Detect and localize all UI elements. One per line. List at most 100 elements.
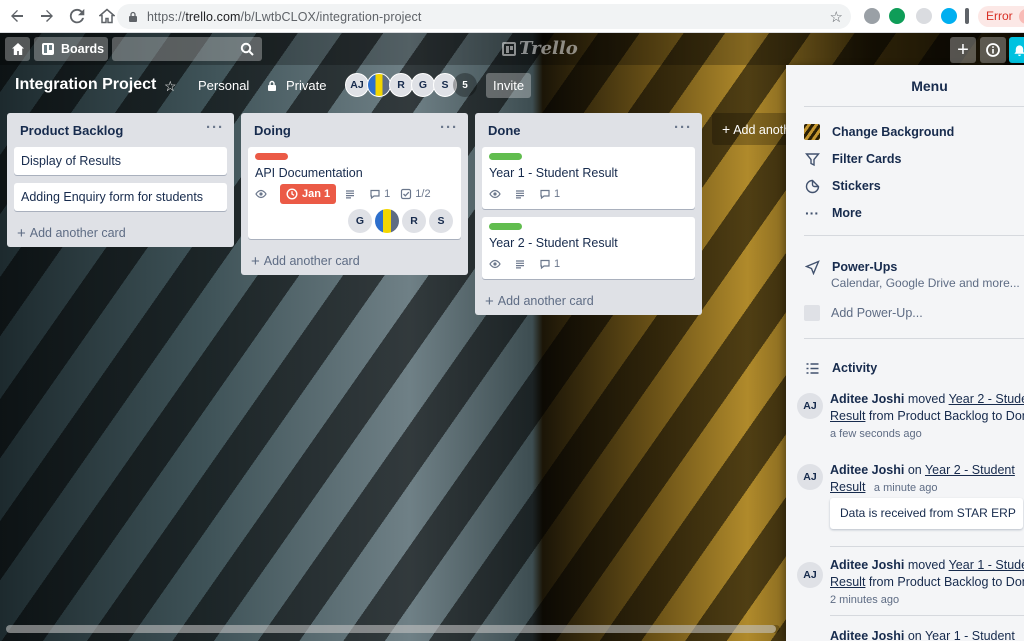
plus-icon: +: [251, 252, 260, 270]
notifications-bell-icon[interactable]: [1009, 37, 1024, 63]
card-item[interactable]: Year 2 - Student Result 1: [482, 217, 695, 279]
activity-card-link[interactable]: Year 1 - Student: [949, 558, 1024, 572]
power-ups-item[interactable]: Power-Ups: [804, 259, 897, 275]
board-menu-panel: Menu Change Background Filter Cards Stic…: [786, 65, 1024, 641]
horizontal-scrollbar[interactable]: [6, 625, 780, 633]
create-plus-icon[interactable]: +: [950, 37, 976, 63]
avatar[interactable]: G: [348, 209, 372, 233]
bookmark-star-icon[interactable]: ☆: [830, 8, 843, 26]
comment-count: 1: [554, 258, 561, 270]
add-list-button[interactable]: +Add another list: [712, 113, 792, 145]
sticker-icon: [804, 178, 820, 194]
add-list-label: Add another list: [733, 123, 792, 137]
card-item[interactable]: API Documentation Jan 1 1 1/2 G R S: [248, 147, 461, 239]
card-item[interactable]: Adding Enquiry form for students: [14, 183, 227, 211]
activity-card-link[interactable]: Year 2 - Student: [925, 463, 1015, 477]
activity-card-link[interactable]: Result: [830, 575, 865, 589]
more-item[interactable]: ··· More: [804, 205, 862, 221]
avatar[interactable]: R: [402, 209, 426, 233]
list-title[interactable]: Product Backlog: [20, 123, 123, 138]
home-button[interactable]: [5, 37, 30, 61]
list-title[interactable]: Doing: [254, 123, 291, 138]
comments-badge: 1: [369, 188, 390, 200]
activity-time[interactable]: a minute ago: [874, 482, 938, 494]
activity-time[interactable]: a few seconds ago: [830, 428, 922, 440]
activity-user[interactable]: Aditee Joshi: [830, 629, 904, 641]
trello-logo-text: Trello: [519, 38, 578, 59]
avatar[interactable]: R: [389, 73, 413, 97]
avatar[interactable]: AJ: [797, 464, 823, 490]
zoom-extension-icon[interactable]: [916, 8, 932, 24]
due-date-badge[interactable]: Jan 1: [280, 184, 337, 204]
avatar[interactable]: AJ: [797, 562, 823, 588]
visibility-button[interactable]: Private: [266, 78, 326, 93]
list-header[interactable]: Product Backlog ···: [7, 113, 234, 147]
checklist-badge: 1/2: [400, 188, 431, 200]
url-text: https://trello.com/b/LwtbCLOX/integratio…: [147, 9, 422, 24]
star-board-button[interactable]: ☆: [164, 78, 177, 95]
description-icon: [344, 188, 359, 200]
forward-icon[interactable]: [34, 3, 60, 29]
address-bar[interactable]: https://trello.com/b/LwtbCLOX/integratio…: [117, 4, 851, 29]
invite-button[interactable]: Invite: [486, 73, 532, 98]
filter-cards-item[interactable]: Filter Cards: [804, 151, 901, 167]
profile-error-badge[interactable]: Error: [978, 6, 1024, 27]
menu-dots-icon[interactable]: [965, 8, 969, 24]
activity-title: Activity: [832, 361, 878, 375]
add-card-button[interactable]: + Add another card: [241, 247, 468, 275]
scrollbar-thumb[interactable]: [6, 625, 776, 633]
menu-title: Menu: [911, 78, 948, 94]
activity-user[interactable]: Aditee Joshi: [830, 558, 904, 572]
member-count-badge[interactable]: 5: [453, 73, 477, 97]
menu-item-label: More: [832, 206, 862, 220]
avatar[interactable]: AJ: [345, 73, 369, 97]
more-dots-icon[interactable]: ···: [440, 119, 458, 136]
avatar[interactable]: S: [429, 209, 453, 233]
avatar[interactable]: AJ: [797, 393, 823, 419]
activity-time[interactable]: 2 minutes ago: [830, 594, 899, 606]
extension-icon[interactable]: [864, 8, 880, 24]
activity-card-link[interactable]: Result: [830, 409, 865, 423]
change-background-item[interactable]: Change Background: [804, 124, 954, 140]
team-button[interactable]: Personal: [198, 78, 249, 93]
add-card-button[interactable]: + Add another card: [7, 219, 234, 247]
activity-user[interactable]: Aditee Joshi: [830, 463, 904, 477]
more-dots-icon[interactable]: ···: [674, 119, 692, 136]
avatar-image[interactable]: [375, 209, 399, 233]
list-product-backlog: Product Backlog ··· Display of Results A…: [7, 113, 234, 247]
card-item[interactable]: Display of Results: [14, 147, 227, 175]
activity-card-link[interactable]: Result: [830, 480, 865, 494]
activity-user[interactable]: Aditee Joshi: [830, 392, 904, 406]
list-header[interactable]: Doing ···: [241, 113, 468, 147]
card-label-green[interactable]: [489, 223, 522, 230]
search-input[interactable]: [112, 37, 262, 61]
info-icon[interactable]: [980, 37, 1006, 63]
more-dots-icon[interactable]: ···: [206, 119, 224, 136]
checklist-count: 1/2: [415, 188, 431, 200]
grammarly-icon[interactable]: [889, 8, 905, 24]
activity-detail: from Product Backlog to Done: [868, 409, 1024, 423]
card-label-red[interactable]: [255, 153, 288, 160]
avatar-image[interactable]: [367, 73, 391, 97]
watching-eye-icon: [489, 188, 504, 200]
board-title[interactable]: Integration Project: [15, 76, 156, 94]
list-header[interactable]: Done ···: [475, 113, 702, 147]
add-power-up-button[interactable]: Add Power-Up...: [804, 305, 923, 321]
avatar[interactable]: G: [411, 73, 435, 97]
card-label-green[interactable]: [489, 153, 522, 160]
activity-card-link[interactable]: Year 1 - Student: [925, 629, 1015, 641]
list-title[interactable]: Done: [488, 123, 521, 138]
reload-icon[interactable]: [64, 3, 90, 29]
add-card-button[interactable]: + Add another card: [475, 287, 702, 315]
activity-card-link[interactable]: Year 2 - Student: [949, 392, 1024, 406]
skype-icon[interactable]: [941, 8, 957, 24]
menu-item-label: Filter Cards: [832, 152, 902, 166]
stickers-item[interactable]: Stickers: [804, 178, 881, 194]
boards-label: Boards: [61, 42, 105, 56]
back-icon[interactable]: [4, 3, 30, 29]
card-members: G R S: [255, 209, 453, 233]
trello-logo[interactable]: Trello: [502, 38, 578, 59]
activity-comment[interactable]: Data is received from STAR ERP: [830, 498, 1023, 529]
boards-button[interactable]: Boards: [34, 37, 108, 61]
card-item[interactable]: Year 1 - Student Result 1: [482, 147, 695, 209]
